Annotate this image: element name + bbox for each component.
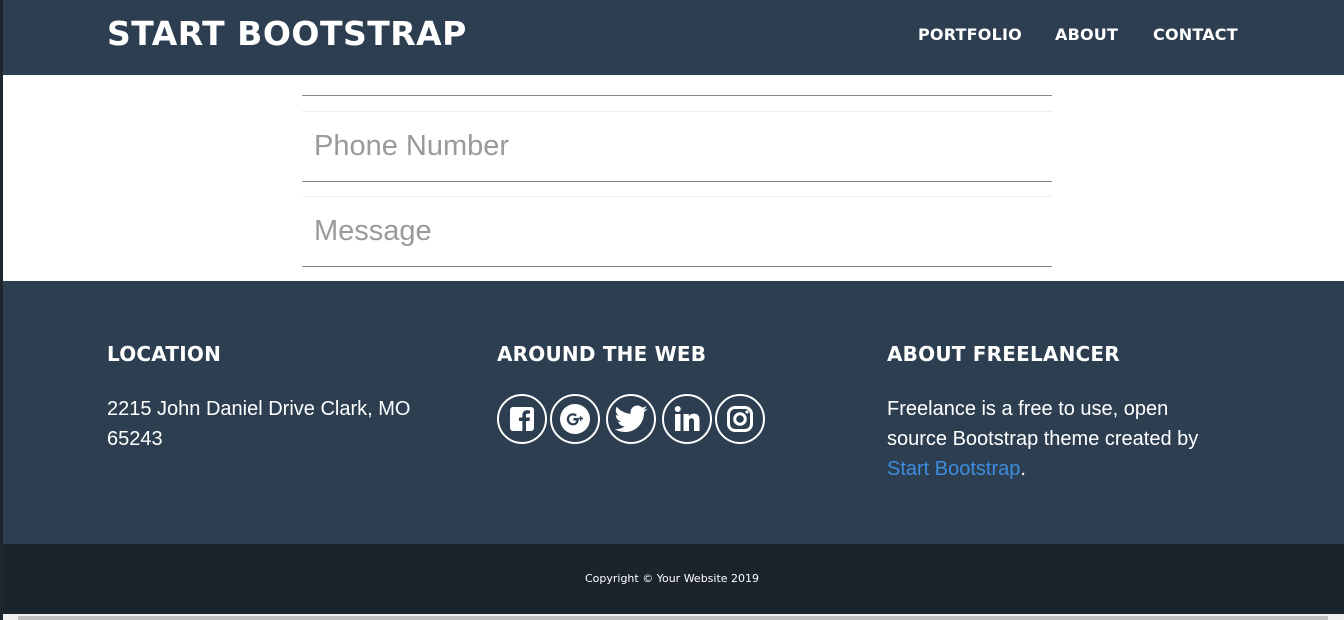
nav-about[interactable]: ABOUT [1055, 25, 1118, 44]
address-line-1: 2215 John Daniel Drive Clark, MO [107, 398, 411, 420]
about-line-1: Freelance is a free to use, open [887, 398, 1169, 420]
address-line-2: 65243 [107, 428, 163, 450]
window-edge [0, 0, 3, 620]
location-title: LOCATION [107, 342, 222, 366]
nav-contact[interactable]: CONTACT [1153, 25, 1238, 44]
email-field[interactable] [302, 75, 1052, 96]
location-address: 2215 John Daniel Drive Clark, MO 65243 [107, 394, 410, 454]
message-input[interactable] [302, 197, 1052, 266]
google-plus-button[interactable] [550, 394, 600, 444]
linkedin-button[interactable] [662, 394, 712, 444]
footer: LOCATION 2215 John Daniel Drive Clark, M… [0, 281, 1344, 544]
facebook-button[interactable] [497, 394, 547, 444]
linkedin-icon [674, 406, 700, 431]
about-period: . [1020, 458, 1026, 480]
about-line-2: source Bootstrap theme created by [887, 428, 1199, 450]
facebook-icon [510, 407, 534, 431]
phone-input[interactable] [302, 112, 1052, 181]
instagram-button[interactable] [715, 394, 765, 444]
contact-form [0, 75, 1344, 281]
brand-logo[interactable]: START BOOTSTRAP [107, 14, 467, 53]
phone-field-wrapper [302, 111, 1052, 182]
about-title: ABOUT FREELANCER [887, 342, 1120, 366]
navbar: START BOOTSTRAP PORTFOLIO ABOUT CONTACT [0, 0, 1344, 75]
scrollbar-thumb[interactable] [18, 616, 1328, 620]
start-bootstrap-link[interactable]: Start Bootstrap [887, 458, 1020, 480]
twitter-button[interactable] [606, 394, 656, 444]
copyright-bar: Copyright © Your Website 2019 [0, 544, 1344, 614]
about-line-3: Start Bootstrap. [887, 454, 1198, 484]
horizontal-scrollbar[interactable] [0, 614, 1344, 620]
message-field-wrapper [302, 196, 1052, 267]
google-plus-icon [560, 404, 590, 434]
about-text: Freelance is a free to use, open source … [887, 394, 1198, 484]
nav-portfolio[interactable]: PORTFOLIO [918, 25, 1022, 44]
instagram-icon [727, 406, 753, 432]
copyright-text: Copyright © Your Website 2019 [584, 572, 760, 585]
around-web-title: AROUND THE WEB [497, 342, 707, 366]
twitter-icon [614, 405, 648, 433]
